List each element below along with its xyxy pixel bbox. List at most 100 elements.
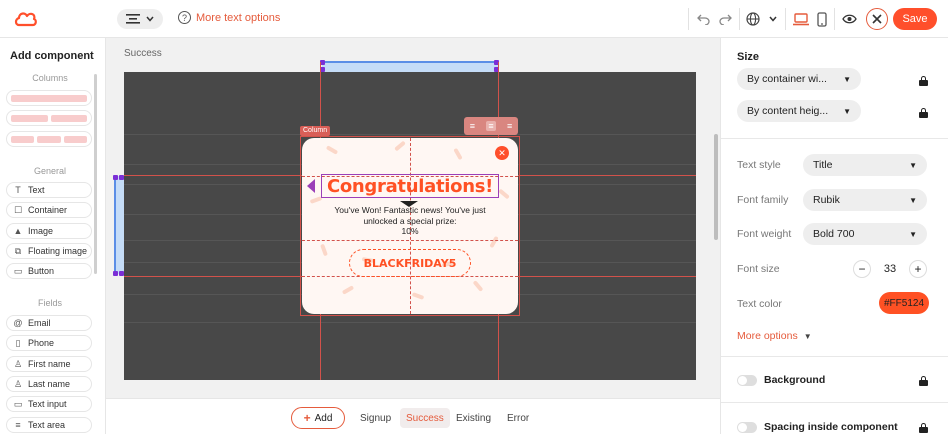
chevron-down-icon: ▼ bbox=[803, 331, 812, 341]
font-weight-label: Font weight bbox=[737, 228, 792, 240]
more-text-options-link[interactable]: ? More text options bbox=[178, 11, 280, 24]
toolbar-divider bbox=[785, 8, 786, 30]
increase-font-size-button[interactable]: + bbox=[909, 260, 927, 278]
textarea-icon: ≡ bbox=[15, 420, 21, 430]
desktop-view-icon[interactable] bbox=[792, 10, 810, 28]
canvas-scrollbar[interactable] bbox=[714, 134, 718, 240]
selection-spacing-left[interactable] bbox=[114, 176, 124, 274]
person-icon: ♙ bbox=[13, 378, 23, 389]
add-component-title: Add component bbox=[10, 50, 94, 62]
plus-icon: + bbox=[303, 411, 311, 425]
button-icon: ▭ bbox=[13, 265, 23, 276]
align-center-icon[interactable]: ≡ bbox=[486, 121, 496, 131]
section-columns-label: Columns bbox=[32, 73, 68, 83]
at-icon: @ bbox=[13, 318, 23, 328]
tab-existing[interactable]: Existing bbox=[450, 408, 497, 428]
phone-icon: ▯ bbox=[15, 337, 21, 348]
properties-panel: Size By container wi... ▼ By content hei… bbox=[720, 38, 948, 434]
toolbar-divider bbox=[739, 8, 740, 30]
component-button[interactable]: ▭ Button bbox=[6, 263, 92, 279]
tab-signup[interactable]: Signup bbox=[354, 408, 397, 428]
redo-icon[interactable] bbox=[716, 10, 734, 28]
background-toggle[interactable] bbox=[737, 375, 757, 386]
app-logo-icon[interactable] bbox=[14, 10, 38, 28]
font-size-label: Font size bbox=[737, 263, 780, 275]
field-email[interactable]: @ Email bbox=[6, 315, 92, 331]
text-style-dropdown[interactable]: Title ▼ bbox=[803, 154, 927, 176]
font-size-value[interactable]: 33 bbox=[884, 263, 896, 275]
lock-icon[interactable] bbox=[919, 108, 928, 118]
top-toolbar: ? More text options Save bbox=[0, 0, 948, 38]
tab-success[interactable]: Success bbox=[400, 408, 450, 428]
field-last-name[interactable]: ♙ Last name bbox=[6, 376, 92, 392]
decrease-font-size-button[interactable]: − bbox=[853, 260, 871, 278]
field-first-name[interactable]: ♙ First name bbox=[6, 356, 92, 372]
chevron-down-icon: ▼ bbox=[909, 160, 917, 170]
field-phone[interactable]: ▯ Phone bbox=[6, 335, 92, 351]
spacing-label: Spacing inside component bbox=[764, 421, 898, 433]
selection-spacing-top[interactable] bbox=[322, 61, 498, 72]
component-image[interactable]: ▲ Image bbox=[6, 223, 92, 239]
toolbar-divider bbox=[688, 8, 689, 30]
popup-close-icon[interactable]: ✕ bbox=[495, 146, 509, 160]
component-container[interactable]: ☐ Container bbox=[6, 202, 92, 218]
text-color-label: Text color bbox=[737, 298, 782, 310]
close-icon bbox=[872, 14, 882, 24]
tab-error[interactable]: Error bbox=[501, 408, 535, 428]
globe-icon[interactable] bbox=[744, 10, 762, 28]
add-component-panel: Add component Columns General T Text ☐ C… bbox=[0, 38, 106, 434]
font-weight-dropdown[interactable]: Bold 700 ▼ bbox=[803, 223, 927, 245]
spacing-toggle[interactable] bbox=[737, 422, 757, 433]
component-text[interactable]: T Text bbox=[6, 182, 92, 198]
section-general-label: General bbox=[33, 166, 67, 176]
breadcrumb: Success bbox=[124, 48, 162, 59]
more-text-options-label: More text options bbox=[196, 11, 281, 24]
text-icon: T bbox=[15, 185, 21, 195]
chevron-down-icon bbox=[146, 16, 154, 22]
field-text-input[interactable]: ▭ Text input bbox=[6, 396, 92, 412]
language-chevron-down-icon[interactable] bbox=[764, 10, 782, 28]
popup-title[interactable]: Congratulations! bbox=[321, 174, 499, 198]
align-left-icon[interactable]: ≡ bbox=[470, 121, 475, 131]
add-step-button[interactable]: + Add bbox=[291, 407, 345, 429]
close-editor-button[interactable] bbox=[866, 8, 888, 30]
height-mode-dropdown[interactable]: By content heig... ▼ bbox=[737, 100, 861, 122]
align-center-icon bbox=[126, 14, 140, 24]
column-layout-1[interactable] bbox=[6, 90, 92, 106]
mobile-view-icon[interactable] bbox=[813, 10, 831, 28]
undo-icon[interactable] bbox=[694, 10, 712, 28]
font-family-label: Font family bbox=[737, 194, 789, 206]
lock-icon[interactable] bbox=[919, 76, 928, 86]
chevron-down-icon: ▼ bbox=[843, 74, 851, 84]
size-section-title: Size bbox=[737, 51, 760, 63]
input-icon: ▭ bbox=[13, 398, 23, 409]
column-layout-2[interactable] bbox=[6, 110, 92, 126]
resize-handle[interactable] bbox=[113, 175, 118, 180]
popup-title-text: Congratulations! bbox=[326, 175, 494, 197]
preview-eye-icon[interactable] bbox=[840, 10, 858, 28]
resize-handle[interactable] bbox=[113, 271, 118, 276]
text-style-label: Text style bbox=[737, 159, 781, 171]
selection-arrow-icon bbox=[307, 179, 315, 193]
text-align-dropdown[interactable] bbox=[117, 9, 163, 29]
section-fields-label: Fields bbox=[37, 298, 62, 308]
text-color-swatch[interactable]: #FF5124 bbox=[879, 292, 929, 314]
align-right-icon[interactable]: ≡ bbox=[507, 121, 512, 131]
component-floating-image[interactable]: ⧉ Floating image bbox=[6, 243, 92, 259]
lock-icon[interactable] bbox=[919, 423, 928, 433]
column-layout-3[interactable] bbox=[6, 131, 92, 147]
step-tabs-bar: + Add Signup Success Existing Error bbox=[106, 398, 720, 434]
coupon-code[interactable]: BLACKFRIDAY5 bbox=[349, 249, 471, 277]
lock-icon[interactable] bbox=[919, 376, 928, 386]
container-icon: ☐ bbox=[13, 204, 23, 215]
save-button[interactable]: Save bbox=[893, 8, 937, 30]
width-mode-dropdown[interactable]: By container wi... ▼ bbox=[737, 68, 861, 90]
more-options-toggle[interactable]: More options ▼ bbox=[737, 330, 812, 342]
popup-body-text[interactable]: You've Won! Fantastic news! You've just … bbox=[322, 205, 498, 237]
image-icon: ▲ bbox=[13, 226, 23, 236]
column-tag: Column bbox=[300, 126, 331, 136]
alignment-toolbar: ≡ ≡ ≡ bbox=[464, 117, 518, 135]
font-family-dropdown[interactable]: Rubik ▼ bbox=[803, 189, 927, 211]
chevron-down-icon: ▼ bbox=[909, 229, 917, 239]
field-text-area[interactable]: ≡ Text area bbox=[6, 417, 92, 433]
